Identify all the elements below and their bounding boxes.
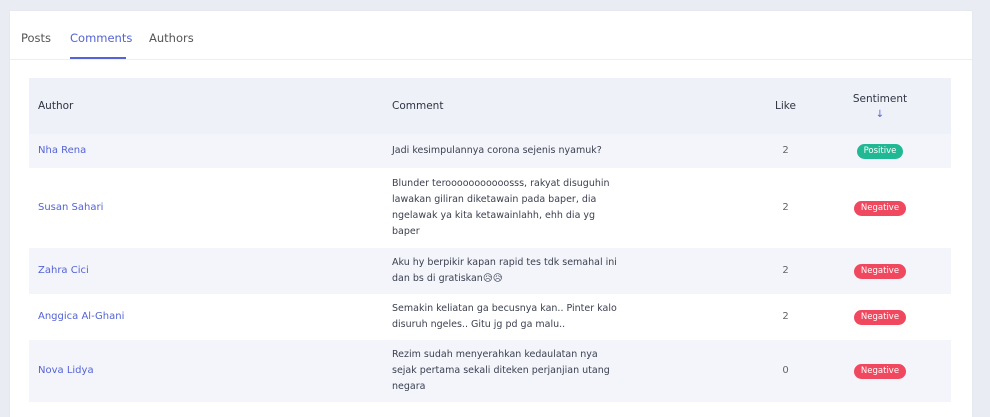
sentiment-cell: Negative [809,168,951,248]
like-count: 2 [782,264,789,276]
tab-comments[interactable]: Comments [70,31,132,45]
table-row: Susan Sahari Blunder terooooooooooosss, r… [29,168,951,248]
sentiment-badge: Negative [853,263,907,279]
table-row: Nova Lidya Rezim sudah menyerahkan kedaul… [29,340,951,402]
comment-line: Semakin keliatan ga becusnya kan.. Pinte… [392,302,617,314]
like-count: 2 [782,201,789,213]
comment-cell: Rezim sudah menyerahkan kedaulatan nya se… [392,340,762,402]
comment-line: Blunder terooooooooooosss, rakyat disugu… [392,177,610,189]
comment-line: Jadi kesimpulannya corona sejenis nyamuk… [392,144,602,156]
comments-table: Author Comment Like Sentiment ↓ Nha Rena… [29,78,951,402]
active-tab-indicator [70,57,126,59]
comment-line: ngelawak ya kita ketawainlahh, ehh dia y… [392,210,596,221]
comment-cell: Blunder terooooooooooosss, rakyat disugu… [392,168,762,248]
sentiment-cell: Negative [809,340,951,402]
sentiment-badge: Positive [856,143,904,159]
sentiment-cell: Negative [809,248,951,294]
author-link[interactable]: Susan Sahari [29,168,392,248]
table-row: Anggica Al-Ghani Semakin keliatan ga becu… [29,294,951,340]
tab-bar: Posts Comments Authors [10,11,972,60]
sentiment-badge: Negative [853,363,907,379]
column-header-like: Like [775,100,796,112]
author-link[interactable]: Nova Lidya [29,340,392,402]
sentiment-cell: Positive [809,134,951,168]
tab-authors[interactable]: Authors [149,31,194,45]
table-row: Nha Rena Jadi kesimpulannya corona sejeni… [29,134,951,168]
table-header-row: Author Comment Like Sentiment ↓ [29,78,951,134]
comment-line: Aku hy berpikir kapan rapid tes tdk sema… [392,256,617,268]
comment-line: negara [392,381,426,393]
comment-line: sejak pertama sekali diteken perjanjian … [392,364,610,376]
author-link[interactable]: Anggica Al-Ghani [29,294,392,340]
comments-card: Posts Comments Authors Author Comment Li… [9,10,973,417]
comment-cell: Semakin keliatan ga becusnya kan.. Pinte… [392,294,762,340]
comment-line: disuruh ngeles.. Gitu jg pd ga malu.. [392,319,566,330]
comment-line: Rezim sudah menyerahkan kedaulatan nya [392,348,598,360]
like-count: 2 [782,310,789,322]
tab-posts[interactable]: Posts [21,31,51,45]
sentiment-badge: Negative [853,309,907,325]
like-count: 0 [782,364,789,376]
column-header-comment: Comment [392,100,444,112]
sentiment-badge: Negative [853,200,907,216]
sentiment-cell: Negative [809,294,951,340]
sentiment-header-label: Sentiment [852,92,908,105]
author-link[interactable]: Nha Rena [29,134,392,168]
comment-cell: Aku hy berpikir kapan rapid tes tdk sema… [392,248,762,294]
comment-line: dan bs di gratiskan😥😥 [392,273,503,284]
column-header-sentiment[interactable]: Sentiment ↓ [809,78,951,134]
like-count: 2 [782,144,789,156]
arrow-down-icon[interactable]: ↓ [809,109,951,120]
column-header-author: Author [38,100,74,112]
comment-line: baper [392,226,420,238]
table-row: Zahra Cici Aku hy berpikir kapan rapid te… [29,248,951,294]
comment-cell: Jadi kesimpulannya corona sejenis nyamuk… [392,134,762,168]
author-link[interactable]: Zahra Cici [29,248,392,294]
comment-line: lawakan giliran diketawain pada baper, d… [392,193,597,205]
